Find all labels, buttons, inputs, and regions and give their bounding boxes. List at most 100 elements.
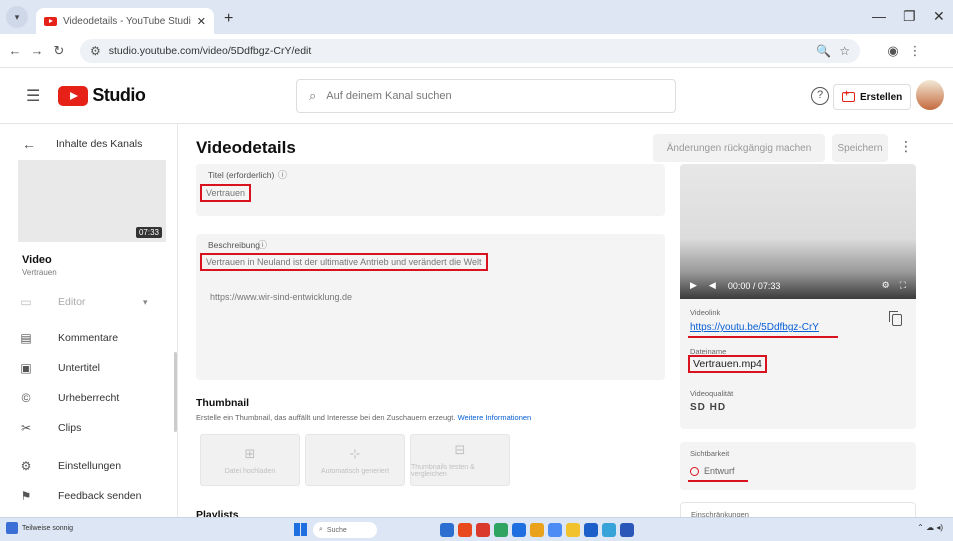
- close-window-icon[interactable]: ✕: [933, 8, 945, 25]
- youtube-favicon-icon: [44, 16, 57, 26]
- taskbar-search-label: Suche: [326, 526, 347, 534]
- test-thumbnail-button[interactable]: ⊟ Thumbnails testen & vergleichen: [410, 434, 510, 486]
- create-label: Erstellen: [860, 91, 903, 103]
- sidebar-video-label: Video: [22, 254, 52, 266]
- undo-changes-button[interactable]: Änderungen rückgängig machen: [653, 134, 825, 162]
- address-bar: ← → ↻ ⚙ studio.youtube.com/video/5Ddfbgz…: [0, 34, 953, 68]
- weather-icon: [6, 522, 18, 534]
- save-button[interactable]: Speichern: [832, 134, 888, 162]
- back-label: Inhalte des Kanals: [56, 138, 143, 150]
- taskbar-search[interactable]: ⌕ Suche: [313, 522, 377, 538]
- copy-icon[interactable]: [889, 311, 902, 326]
- url-text: studio.youtube.com/video/5Ddfbgz-CrY/edi…: [108, 44, 312, 57]
- taskbar-app-icon[interactable]: [620, 523, 634, 537]
- volume-icon[interactable]: ◀: [709, 280, 716, 291]
- restore-icon[interactable]: ❐: [903, 8, 916, 25]
- visibility-value: Entwurf: [704, 466, 735, 476]
- sidebar-item-comments[interactable]: ▤ Kommentare: [18, 324, 168, 352]
- copyright-icon: ©: [21, 391, 31, 405]
- tab-search-icon[interactable]: ▾: [6, 6, 28, 28]
- description-link: https://www.wir-sind-entwicklung.de: [210, 292, 353, 302]
- tab-title: Videodetails - YouTube Studio: [63, 15, 191, 27]
- search-placeholder: Auf deinem Kanal suchen: [326, 90, 452, 102]
- browser-menu-icon[interactable]: ⋮: [904, 43, 926, 59]
- fullscreen-icon[interactable]: ⛶: [900, 280, 906, 291]
- site-info-icon[interactable]: ⚙: [90, 44, 101, 58]
- tab-close-icon[interactable]: ✕: [197, 15, 206, 28]
- video-link[interactable]: https://youtu.be/5Ddfbgz-CrY: [690, 322, 819, 333]
- more-options-icon[interactable]: ⋮: [899, 138, 913, 155]
- subtitles-icon: ▣: [20, 361, 32, 375]
- taskbar-app-icon[interactable]: [602, 523, 616, 537]
- menu-icon[interactable]: ☰: [26, 86, 40, 106]
- browser-tab[interactable]: Videodetails - YouTube Studio ✕: [36, 8, 214, 34]
- taskbar-app-icon[interactable]: [440, 523, 454, 537]
- taskbar-app-icon[interactable]: [458, 523, 472, 537]
- reload-icon[interactable]: ↻: [48, 43, 70, 59]
- sidebar-item-settings[interactable]: ⚙ Einstellungen: [18, 452, 168, 480]
- duration-badge: 07:33: [135, 227, 162, 238]
- player-right-controls: ⚙ ⛶: [882, 280, 906, 291]
- studio-logo[interactable]: Studio: [58, 85, 146, 106]
- profile-icon[interactable]: ◉: [882, 43, 904, 59]
- weather-widget[interactable]: Teilweise sonnig: [6, 522, 73, 534]
- description-help-icon[interactable]: ⓘ: [258, 238, 267, 251]
- sidebar-item-label: Feedback senden: [58, 490, 142, 502]
- taskbar-app-icon[interactable]: [476, 523, 490, 537]
- sidebar-item-copyright[interactable]: © Urheberrecht: [18, 384, 168, 412]
- taskbar: Teilweise sonnig ⌕ Suche ⌃ ☁ ◂): [0, 517, 953, 541]
- forward-icon[interactable]: →: [26, 43, 48, 58]
- settings-gear-icon[interactable]: ⚙: [882, 280, 890, 291]
- description-field-label: Beschreibung: [208, 240, 260, 250]
- system-tray[interactable]: ⌃ ☁ ◂): [917, 523, 943, 532]
- visibility-card[interactable]: Sichtbarkeit Entwurf: [680, 442, 916, 490]
- video-preview[interactable]: ▶ ◀ 00:00 / 07:33 ⚙ ⛶: [680, 164, 916, 299]
- main-content: Videodetails Änderungen rückgängig mache…: [178, 124, 953, 522]
- description-field[interactable]: Beschreibung ⓘ Vertrauen in Neuland ist …: [196, 234, 665, 380]
- taskbar-app-icon[interactable]: [566, 523, 580, 537]
- windows-start-icon[interactable]: [294, 523, 307, 536]
- taskbar-app-icon[interactable]: [512, 523, 526, 537]
- avatar[interactable]: [916, 80, 944, 110]
- taskbar-app-icon[interactable]: [494, 523, 508, 537]
- sidebar-item-clips[interactable]: ✂ Clips: [18, 414, 168, 442]
- channel-search-input[interactable]: ⌕ Auf deinem Kanal suchen: [296, 79, 676, 113]
- weather-text: Teilweise sonnig: [22, 524, 73, 532]
- upload-thumbnail-button[interactable]: ⊞ Datei hochladen: [200, 434, 300, 486]
- search-icon: ⌕: [309, 88, 317, 103]
- zoom-icon[interactable]: 🔍: [816, 44, 831, 58]
- create-button[interactable]: Erstellen: [833, 84, 912, 110]
- taskbar-app-icon[interactable]: [548, 523, 562, 537]
- taskbar-search-icon: ⌕: [319, 526, 323, 533]
- page-title: Videodetails: [196, 138, 296, 157]
- title-help-icon[interactable]: ⓘ: [278, 168, 287, 181]
- thumbnail-more-link[interactable]: Weitere Informationen: [458, 413, 532, 422]
- auto-thumbnail-button[interactable]: ⊹ Automatisch generiert: [305, 434, 405, 486]
- thumb-option-label: Thumbnails testen & vergleichen: [411, 464, 475, 478]
- new-tab-icon[interactable]: +: [224, 10, 233, 28]
- sidebar-scrollbar[interactable]: [174, 352, 177, 432]
- sidebar-item-subtitles[interactable]: ▣ Untertitel: [18, 354, 168, 382]
- thumb-option-label: Datei hochladen: [224, 467, 276, 475]
- taskbar-app-icon[interactable]: [530, 523, 544, 537]
- sidebar-item-label: Untertitel: [58, 362, 101, 374]
- back-icon[interactable]: ←: [4, 43, 26, 58]
- link-underline: [688, 336, 838, 338]
- video-link-label: Videolink: [690, 308, 721, 317]
- thumb-option-label: Automatisch generiert: [320, 467, 390, 475]
- sidebar-item-feedback[interactable]: ⚑ Feedback senden: [18, 482, 168, 510]
- back-to-content-link[interactable]: ← Inhalte des Kanals: [22, 136, 142, 152]
- title-field[interactable]: Titel (erforderlich) ⓘ Vertrauen: [196, 164, 665, 216]
- quality-value: SD HD: [690, 402, 727, 413]
- editor-icon: ▭: [20, 295, 32, 309]
- url-field[interactable]: ⚙ studio.youtube.com/video/5Ddfbgz-CrY/e…: [80, 38, 860, 63]
- sidebar: ← Inhalte des Kanals 07:33 Video Vertrau…: [0, 124, 178, 517]
- bookmark-star-icon[interactable]: ☆: [839, 44, 850, 58]
- chevron-down-icon: ▾: [143, 297, 148, 307]
- help-icon[interactable]: ?: [811, 87, 829, 105]
- play-icon[interactable]: ▶: [690, 280, 697, 291]
- video-thumbnail[interactable]: 07:33: [18, 160, 166, 242]
- taskbar-app-icon[interactable]: [584, 523, 598, 537]
- quality-label: Videoqualität: [690, 389, 734, 398]
- minimize-icon[interactable]: —: [872, 8, 886, 24]
